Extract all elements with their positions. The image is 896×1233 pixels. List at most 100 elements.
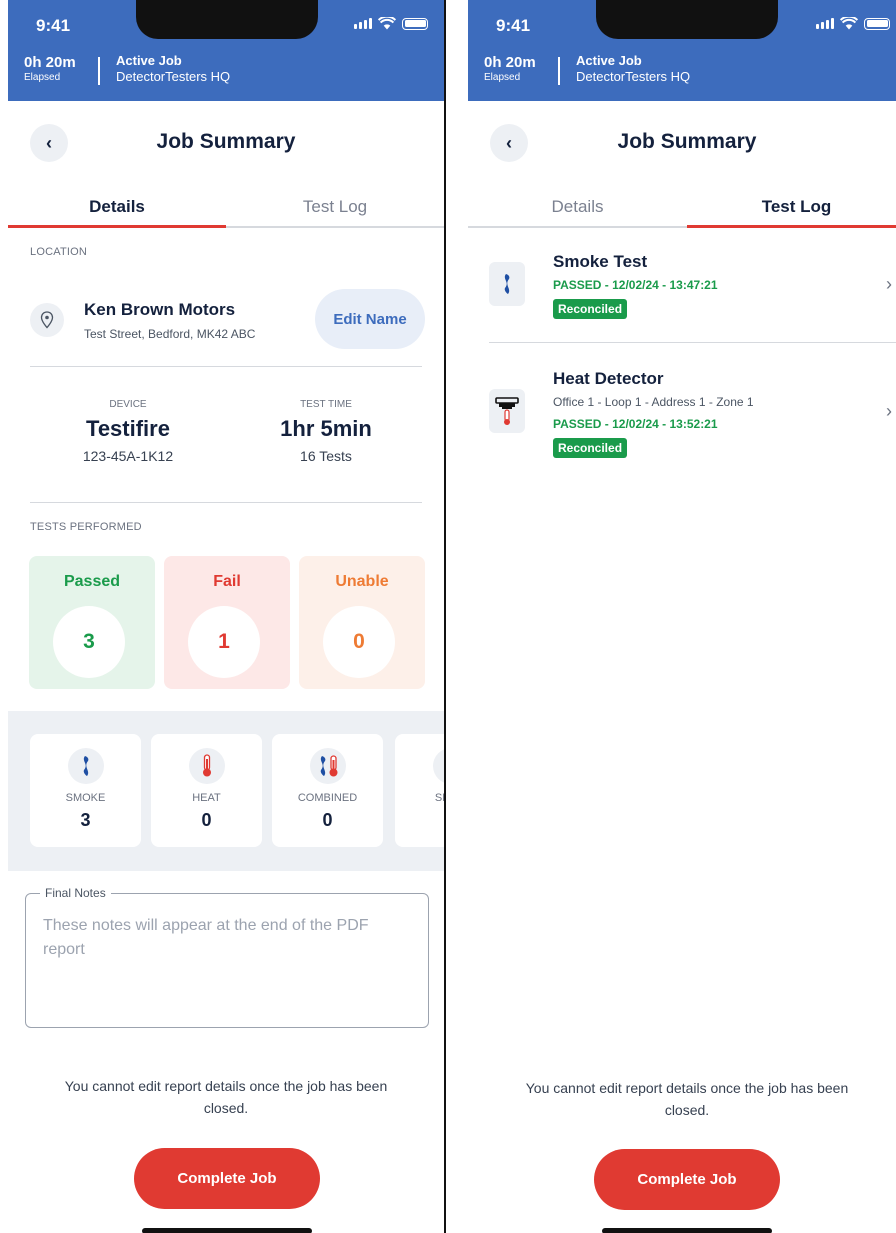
- app-header: 9:41 0h 20m Elapsed Active Job DetectorT…: [8, 0, 444, 101]
- detector-type-count: 0: [201, 810, 212, 830]
- elapsed-label: Elapsed: [484, 72, 521, 83]
- home-indicator: [142, 1228, 312, 1233]
- status-time: 9:41: [36, 16, 71, 35]
- detector-card-smoke[interactable]: SMOKE 3: [30, 734, 141, 847]
- detector-type-count: 0: [322, 810, 333, 830]
- detector-type-label: SMOKE: [65, 792, 106, 804]
- test-result: PASSED - 12/02/24 - 13:52:21: [553, 417, 718, 431]
- device-stat: DEVICE Testifire 123-45A-1K12: [38, 399, 218, 464]
- location-address: Test Street, Bedford, MK42 ABC: [84, 327, 256, 341]
- test-result: PASSED - 12/02/24 - 13:47:21: [553, 278, 718, 292]
- page-title: Job Summary: [156, 130, 296, 153]
- reconciled-badge: Reconciled: [553, 299, 628, 319]
- tab-details[interactable]: Details: [468, 190, 687, 226]
- location-pin-icon: [30, 303, 64, 337]
- detector-card-sequential[interactable]: SEQU: [395, 734, 444, 847]
- thermometer-icon: [188, 748, 225, 784]
- divider: [30, 366, 422, 367]
- close-warning-text: You cannot edit report details once the …: [525, 1080, 849, 1118]
- job-status: Active Job: [116, 53, 182, 68]
- edit-name-button[interactable]: Edit Name: [315, 289, 425, 349]
- divider: [489, 342, 896, 343]
- test-title: Smoke Test: [553, 252, 648, 271]
- location-section-label: LOCATION: [30, 246, 88, 258]
- status-icons: [354, 17, 428, 30]
- detector-type-count: 3: [80, 810, 91, 830]
- device-notch: [136, 0, 318, 39]
- smoke-icon: [67, 748, 104, 784]
- fail-card: Fail 1: [164, 556, 290, 689]
- battery-icon: [864, 17, 890, 30]
- device-label: DEVICE: [109, 399, 147, 410]
- heat-detector-icon: [489, 389, 525, 433]
- elapsed-label: Elapsed: [24, 72, 61, 83]
- final-notes-field[interactable]: Final Notes These notes will appear at t…: [25, 886, 429, 1028]
- status-icons: [816, 17, 890, 30]
- detector-card-heat[interactable]: HEAT 0: [151, 734, 262, 847]
- tests-performed-label: TESTS PERFORMED: [30, 521, 142, 533]
- test-location: Office 1 - Loop 1 - Address 1 - Zone 1: [553, 395, 754, 409]
- location-name: Ken Brown Motors: [84, 300, 236, 319]
- test-time-stat: TEST TIME 1hr 5min 16 Tests: [236, 399, 416, 464]
- page-title: Job Summary: [617, 130, 757, 153]
- divider: [30, 502, 422, 503]
- detector-card-combined[interactable]: COMBINED 0: [272, 734, 383, 847]
- unable-card: Unable 0: [299, 556, 425, 689]
- test-log-item[interactable]: Heat Detector Office 1 - Loop 1 - Addres…: [468, 365, 896, 465]
- final-notes-label: Final Notes: [40, 886, 111, 900]
- test-time-label: TEST TIME: [300, 399, 352, 410]
- app-header: 9:41 0h 20m Elapsed Active Job DetectorT…: [468, 0, 896, 101]
- passed-label: Passed: [63, 573, 121, 590]
- smoke-icon: [489, 262, 525, 306]
- detector-type-label: COMBINED: [297, 792, 358, 804]
- active-job-info: Active Job DetectorTesters HQ: [116, 53, 230, 85]
- tab-details[interactable]: Details: [8, 190, 226, 228]
- passed-card: Passed 3: [29, 556, 155, 689]
- elapsed-value: 0h 20m: [484, 54, 536, 71]
- header-divider: [558, 57, 560, 85]
- header-divider: [98, 57, 100, 85]
- active-job-info: Active Job DetectorTesters HQ: [576, 53, 690, 85]
- complete-job-button[interactable]: Complete Job: [134, 1148, 320, 1209]
- elapsed-timer: 0h 20m Elapsed: [484, 55, 536, 83]
- signal-icon: [354, 18, 372, 29]
- test-log-item[interactable]: Smoke Test PASSED - 12/02/24 - 13:47:21 …: [468, 248, 896, 338]
- fail-count: 1: [188, 606, 260, 678]
- elapsed-value: 0h 20m: [24, 54, 76, 71]
- device-notch: [596, 0, 778, 39]
- test-title: Heat Detector: [553, 369, 664, 388]
- tab-bar: Details Test Log: [8, 190, 444, 228]
- unable-label: Unable: [335, 573, 389, 590]
- sequential-icon: [432, 748, 444, 784]
- test-time-value: 1hr 5min: [280, 416, 372, 441]
- final-notes-placeholder[interactable]: These notes will appear at the end of th…: [43, 914, 414, 962]
- close-warning-text: You cannot edit report details once the …: [64, 1078, 388, 1116]
- tab-test-log[interactable]: Test Log: [226, 190, 444, 226]
- wifi-icon: [840, 17, 858, 30]
- detector-type-label: HEAT: [192, 792, 221, 804]
- elapsed-timer: 0h 20m Elapsed: [24, 55, 76, 83]
- reconciled-badge: Reconciled: [553, 438, 628, 458]
- detector-type-label: SEQU: [434, 792, 444, 804]
- battery-icon: [402, 17, 428, 30]
- details-screen: 9:41 0h 20m Elapsed Active Job DetectorT…: [8, 0, 446, 1233]
- device-name: Testifire: [86, 416, 170, 441]
- tab-bar: Details Test Log: [468, 190, 896, 228]
- unable-count: 0: [323, 606, 395, 678]
- passed-count: 3: [53, 606, 125, 678]
- tab-test-log[interactable]: Test Log: [687, 190, 896, 228]
- company-name: DetectorTesters HQ: [576, 69, 691, 84]
- device-serial: 123-45A-1K12: [82, 448, 174, 464]
- company-name: DetectorTesters HQ: [116, 69, 231, 84]
- signal-icon: [816, 18, 834, 29]
- chevron-right-icon: ›: [886, 274, 892, 294]
- chevron-right-icon: ›: [886, 401, 892, 421]
- status-time: 9:41: [496, 16, 531, 35]
- combined-icon: [309, 748, 346, 784]
- complete-job-button[interactable]: Complete Job: [594, 1149, 780, 1210]
- wifi-icon: [378, 17, 396, 30]
- fail-label: Fail: [213, 573, 241, 590]
- home-indicator: [602, 1228, 772, 1233]
- test-log-screen: 9:41 0h 20m Elapsed Active Job DetectorT…: [468, 0, 896, 1233]
- test-count: 16 Tests: [300, 448, 352, 464]
